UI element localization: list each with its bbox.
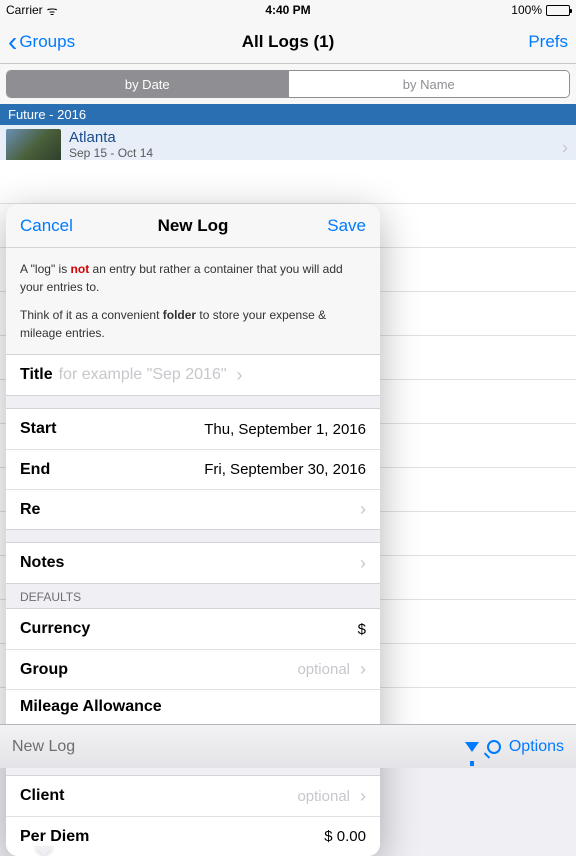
cancel-button[interactable]: Cancel [20,216,73,236]
chevron-right-icon: › [360,786,366,807]
nav-bar: ‹ Groups All Logs (1) Prefs [0,20,576,64]
mileage-label: Mileage Allowance [20,698,162,715]
page-title: All Logs (1) [242,32,335,52]
end-label: End [20,461,50,479]
chevron-right-icon: › [360,659,366,680]
save-button[interactable]: Save [327,216,366,236]
popover-nav: Cancel New Log Save [6,204,380,248]
battery-pct: 100% [511,3,542,17]
bottom-toolbar: New Log Options [0,724,576,768]
start-label: Start [20,420,56,438]
filter-icon [465,742,479,752]
popover-title: New Log [158,216,229,236]
options-button[interactable]: Options [465,738,564,756]
chevron-right-icon: › [562,138,568,159]
currency-label: Currency [20,620,90,638]
section-header: Future - 2016 [0,104,576,125]
back-button[interactable]: ‹ Groups [8,28,75,56]
new-log-button[interactable]: New Log [12,738,75,756]
group-label: Group [20,661,68,679]
start-value: Thu, September 1, 2016 [204,421,366,438]
currency-value: $ [358,621,366,638]
chevron-right-icon: › [360,553,366,574]
notes-field[interactable]: Notes › [6,543,380,583]
notes-label: Notes [20,554,64,572]
battery-icon [546,5,570,16]
defaults-header: DEFAULTS [6,584,380,608]
search-icon [487,740,501,754]
re-label: Re [20,501,40,519]
title-label: Title [20,366,53,384]
title-field[interactable]: Title for example "Sep 2016" › [6,355,380,395]
wifi-icon: ᯤ [47,2,58,19]
group-placeholder: optional [297,661,350,678]
chevron-right-icon: › [237,365,243,386]
popover-description: A "log" is not an entry but rather a con… [6,248,380,354]
re-field[interactable]: Re › [6,489,380,529]
chevron-left-icon: ‹ [8,28,17,56]
end-field[interactable]: End Fri, September 30, 2016 [6,449,380,489]
mileage-row: Mileage Allowance [6,689,380,718]
start-field[interactable]: Start Thu, September 1, 2016 [6,409,380,449]
back-label: Groups [19,32,75,52]
chevron-right-icon: › [360,499,366,520]
perdiem-value: $ 0.00 [324,828,366,845]
sort-segment: by Date by Name [6,70,570,98]
end-value: Fri, September 30, 2016 [204,461,366,478]
perdiem-label: Per Diem [20,828,89,846]
status-bar: Carrier ᯤ 4:40 PM 100% [0,0,576,20]
log-title: Atlanta [69,129,153,146]
sort-segment-wrap: by Date by Name [0,64,576,104]
seg-by-name[interactable]: by Name [288,71,570,97]
perdiem-field[interactable]: Per Diem $ 0.00 [6,816,380,856]
client-label: Client [20,787,64,805]
group-field[interactable]: Group optional › [6,649,380,689]
status-time: 4:40 PM [265,3,310,17]
prefs-button[interactable]: Prefs [528,32,568,52]
options-label: Options [509,738,564,756]
seg-by-date[interactable]: by Date [7,71,288,97]
carrier-label: Carrier [6,3,43,17]
title-placeholder: for example "Sep 2016" [59,366,227,384]
currency-field[interactable]: Currency $ [6,609,380,649]
client-placeholder: optional [297,788,350,805]
client-field[interactable]: Client optional › [6,776,380,816]
log-dates: Sep 15 - Oct 14 [69,146,153,160]
